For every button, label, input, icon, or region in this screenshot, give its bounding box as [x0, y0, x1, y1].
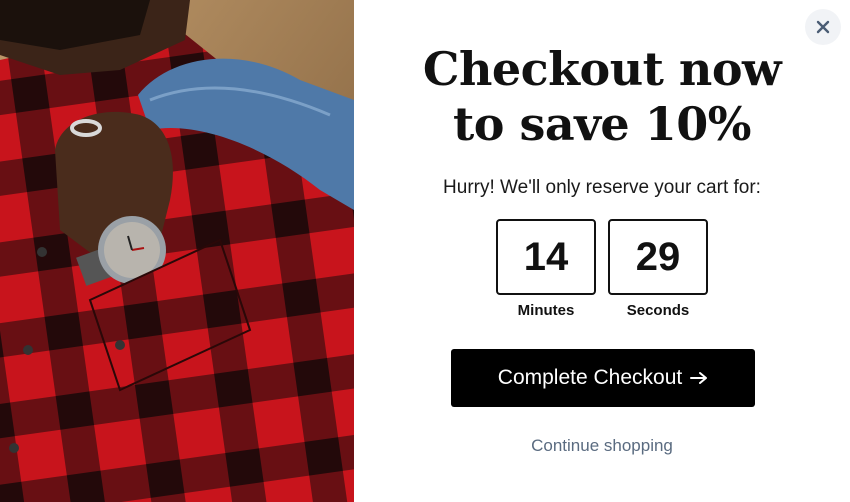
timer-seconds: 29 Seconds	[608, 219, 708, 319]
arrow-right-icon	[690, 372, 708, 384]
headline-line-2: to save 10%	[453, 97, 751, 151]
complete-checkout-label: Complete Checkout	[497, 366, 683, 389]
close-icon	[816, 20, 830, 34]
headline: Checkout now to save 10%	[354, 42, 850, 152]
product-photo	[0, 0, 354, 502]
countdown-timer: 14 Minutes 29 Seconds	[354, 219, 850, 319]
seconds-value: 29	[608, 219, 708, 295]
popup-content: Checkout now to save 10% Hurry! We'll on…	[354, 0, 850, 502]
continue-shopping-link[interactable]: Continue shopping	[354, 436, 850, 456]
close-button[interactable]	[805, 9, 841, 45]
minutes-label: Minutes	[517, 302, 575, 319]
complete-checkout-button[interactable]: Complete Checkout	[451, 349, 755, 407]
headline-line-1: Checkout now	[422, 42, 782, 96]
seconds-label: Seconds	[626, 302, 690, 319]
timer-minutes: 14 Minutes	[496, 219, 596, 319]
reserve-cart-text: Hurry! We'll only reserve your cart for:	[443, 177, 761, 198]
checkout-popup: Checkout now to save 10% Hurry! We'll on…	[0, 0, 850, 502]
minutes-value: 14	[496, 219, 596, 295]
